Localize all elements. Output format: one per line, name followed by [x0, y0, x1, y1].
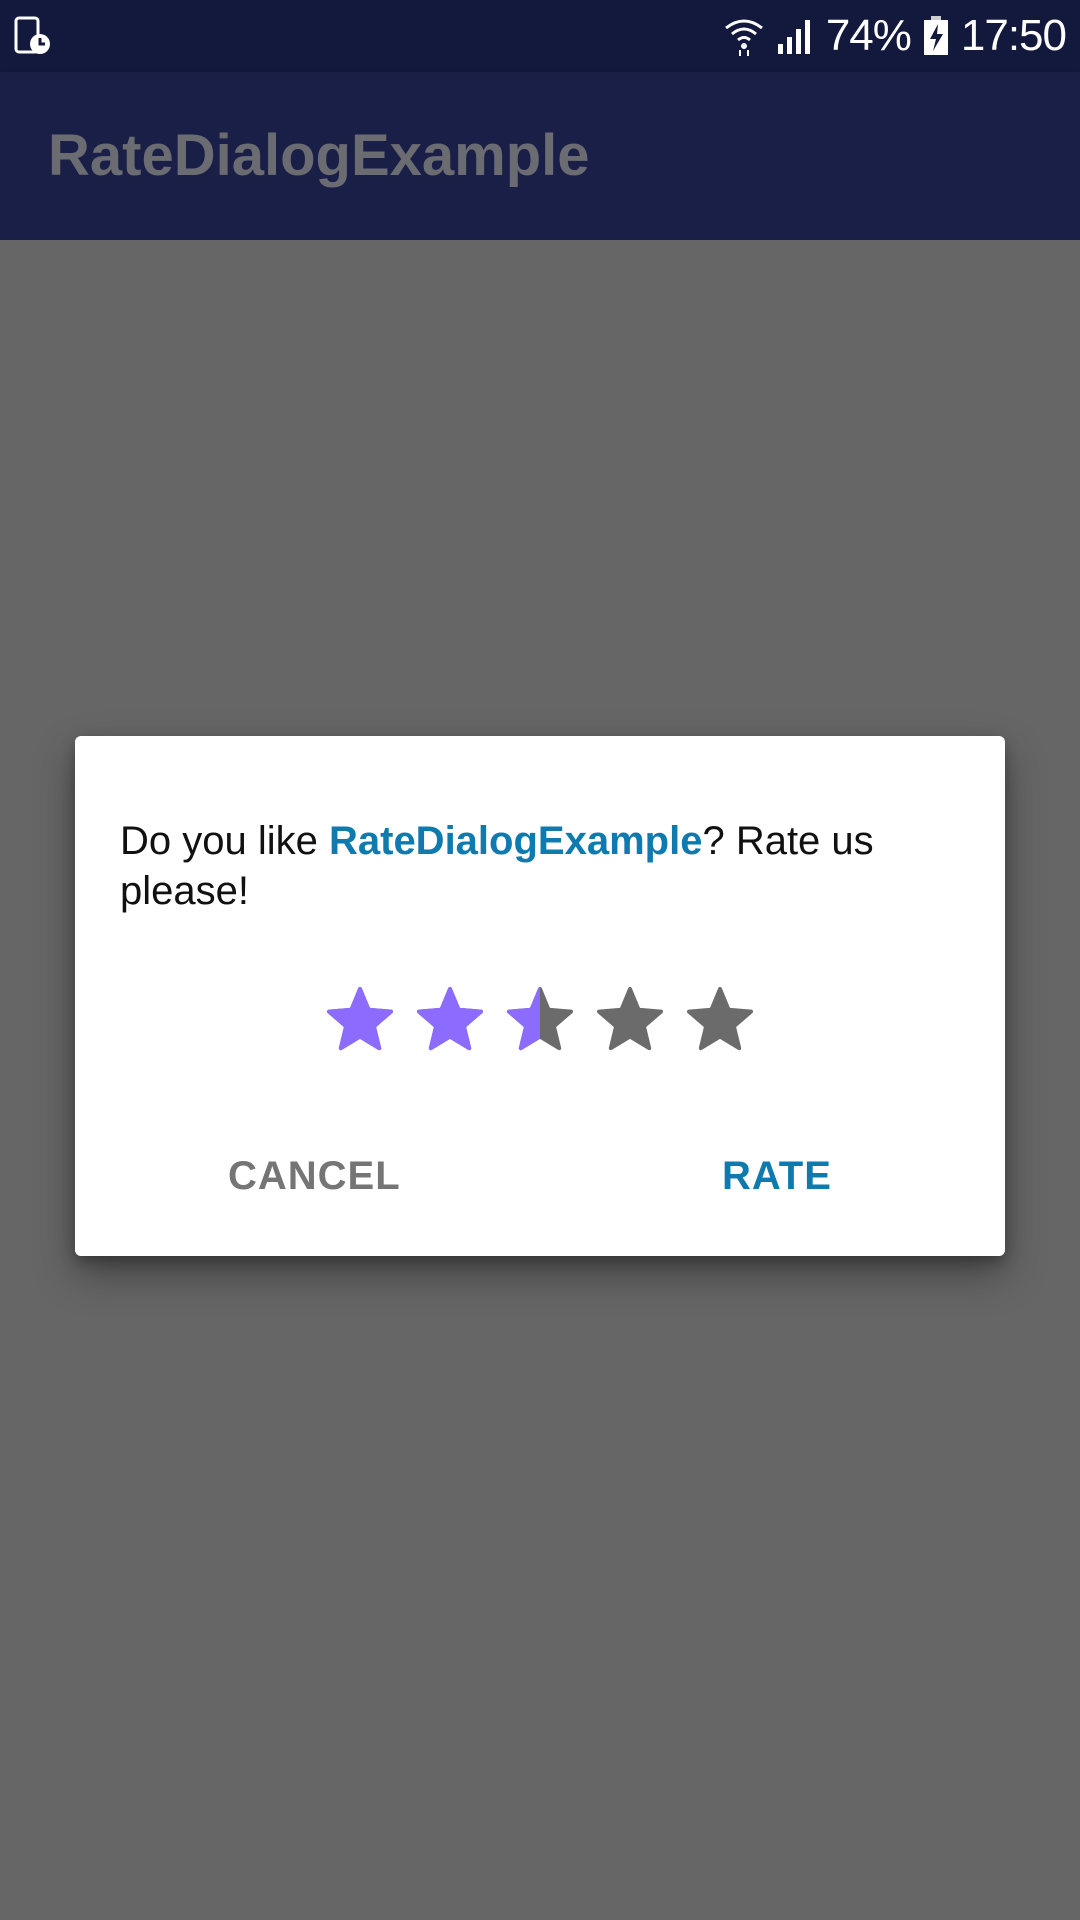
star-icon[interactable] — [594, 984, 666, 1056]
rate-dialog: Do you like RateDialogExample? Rate us p… — [75, 736, 1005, 1256]
rate-button[interactable]: RATE — [702, 1136, 852, 1216]
status-bar: 74% 17:50 — [0, 0, 1080, 72]
cell-signal-icon — [777, 20, 810, 54]
app-title: RateDialogExample — [48, 123, 590, 188]
clock: 17:50 — [960, 11, 1067, 60]
screen-recorder-icon — [14, 16, 50, 54]
star-icon[interactable] — [324, 984, 396, 1056]
star-icon[interactable] — [504, 984, 576, 1056]
star-icon[interactable] — [414, 984, 486, 1056]
dialog-message: Do you like RateDialogExample? Rate us p… — [120, 816, 960, 916]
rating-bar[interactable] — [75, 984, 1005, 1064]
message-app-name: RateDialogExample — [328, 819, 703, 863]
battery-charging-icon — [923, 16, 948, 55]
wifi-icon — [724, 19, 763, 56]
cancel-button[interactable]: CANCEL — [208, 1136, 421, 1216]
app-bar: RateDialogExample — [0, 72, 1080, 240]
status-icons: 74% 17:50 — [724, 0, 1067, 72]
star-icon[interactable] — [684, 984, 756, 1056]
battery-percent: 74% — [825, 11, 912, 60]
message-prefix: Do you like — [120, 819, 329, 863]
